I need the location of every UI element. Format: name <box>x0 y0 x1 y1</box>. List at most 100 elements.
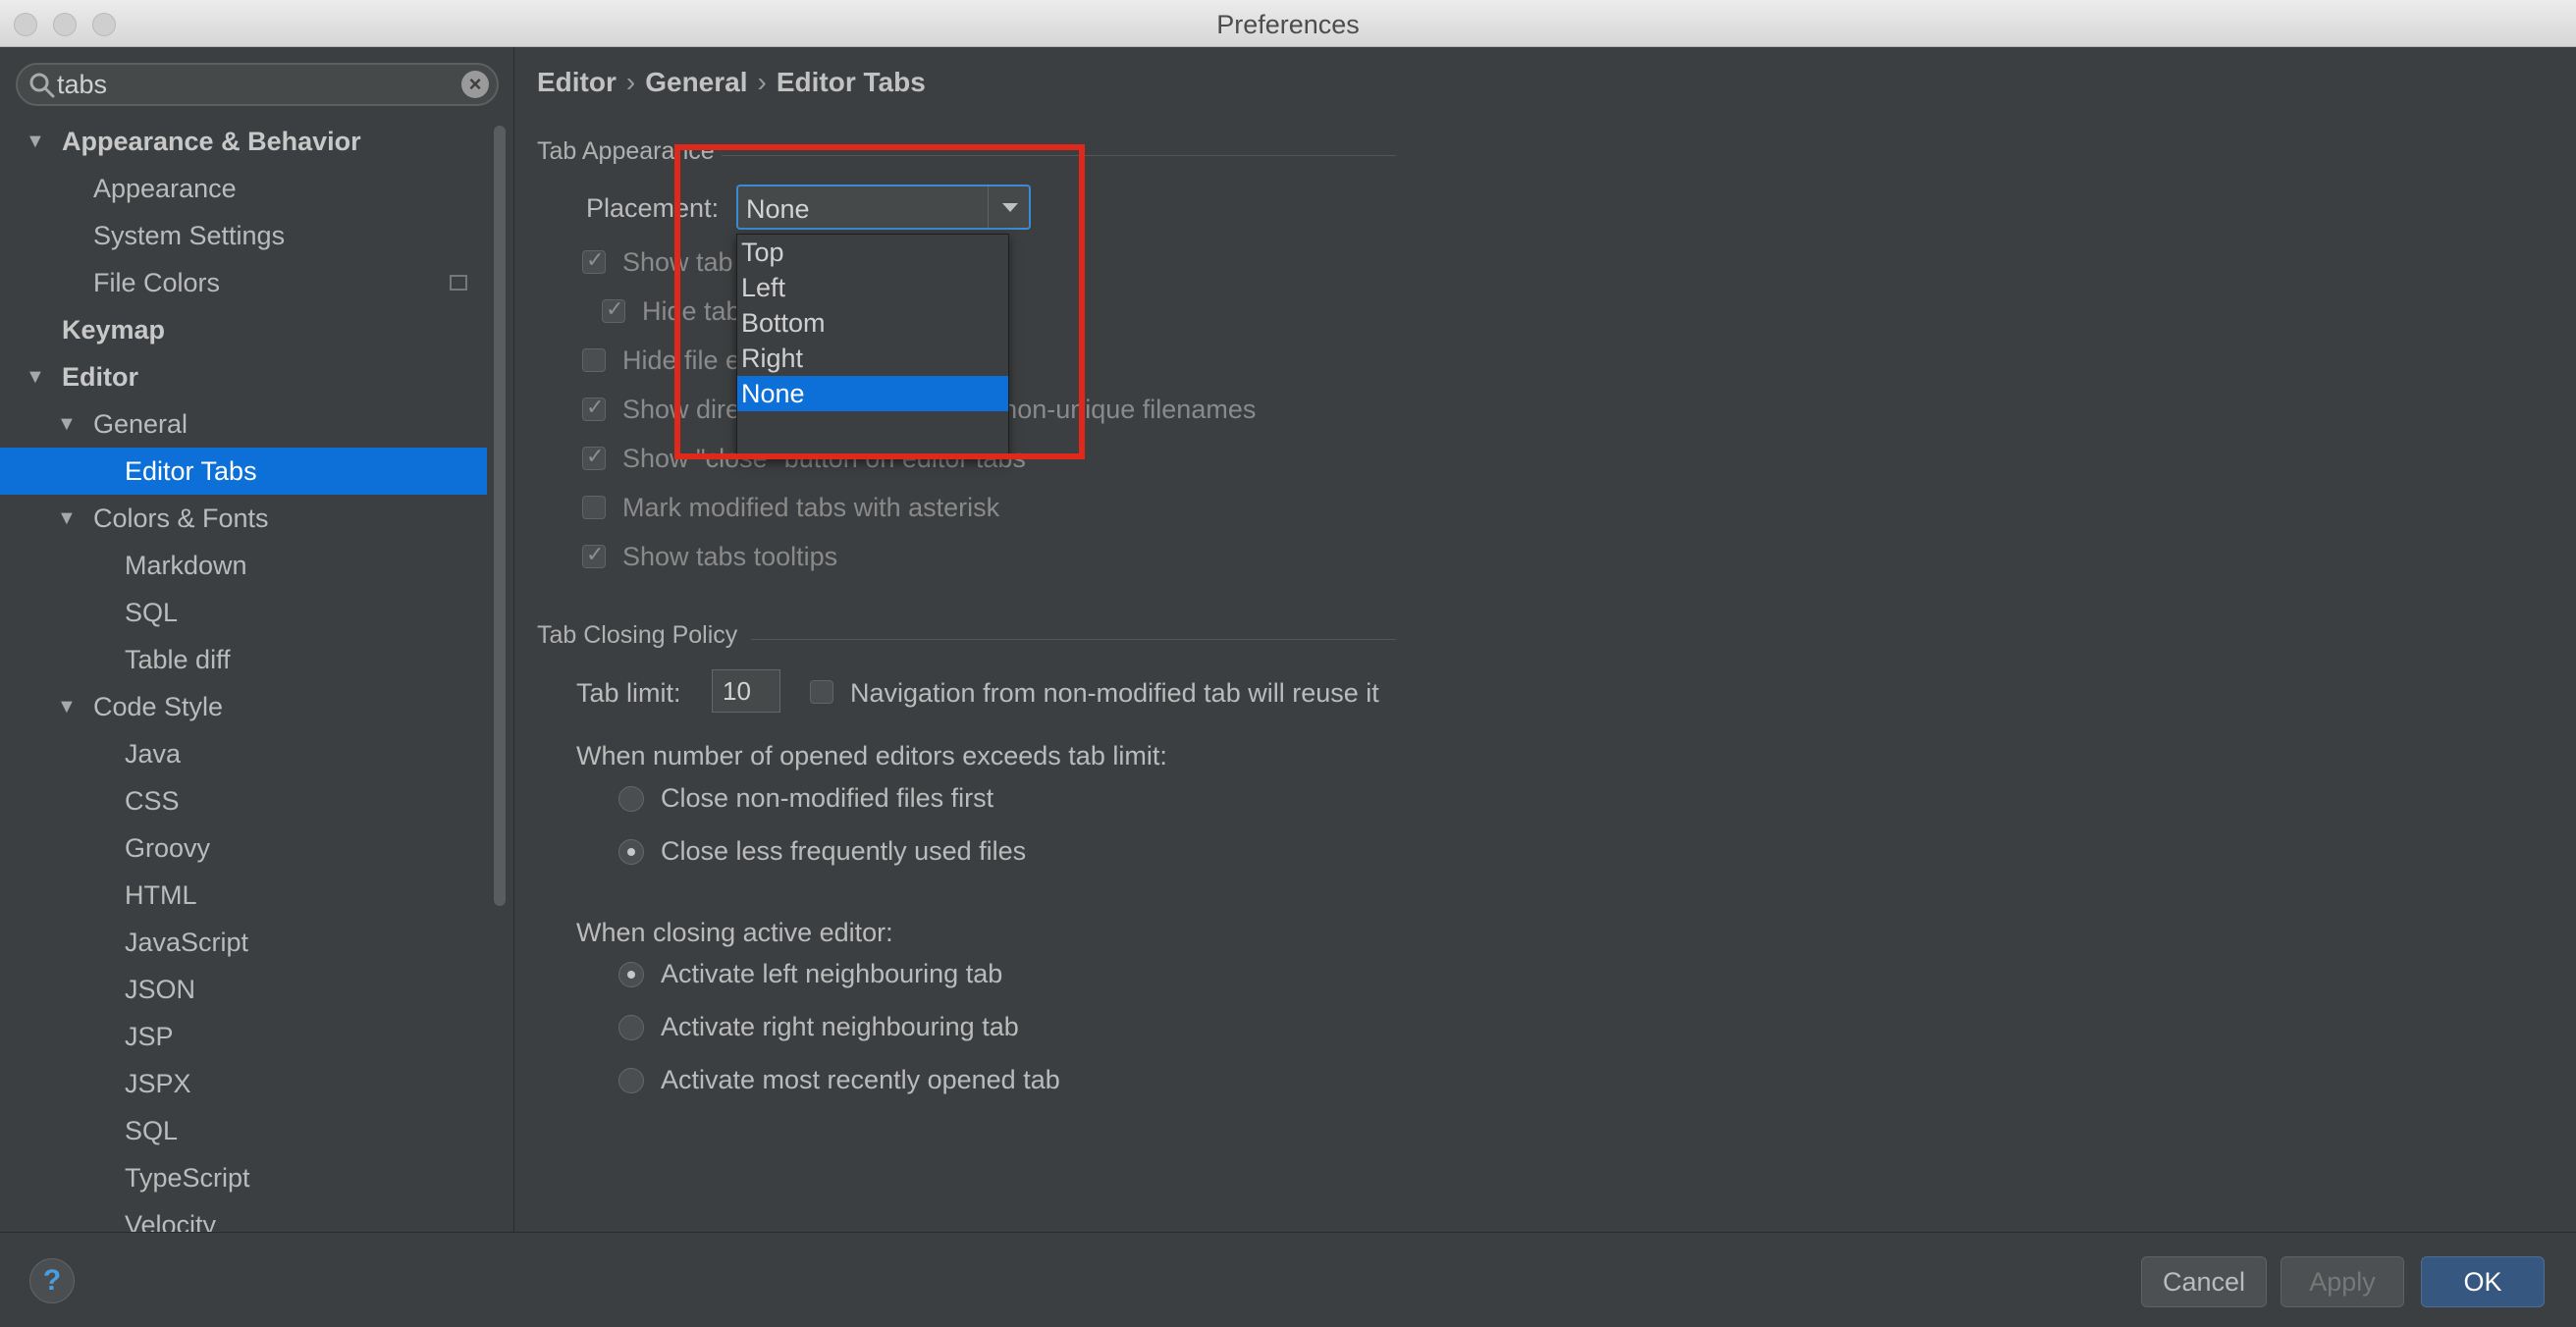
close-non-modified-radio[interactable] <box>618 786 644 812</box>
exceeds-limit-label: When number of opened editors exceeds ta… <box>576 741 1167 770</box>
tree-item-appearance-behavior[interactable]: ▼ Appearance & Behavior <box>0 118 487 165</box>
hide-extension-checkbox[interactable] <box>582 348 606 372</box>
activate-recent-label: Activate most recently opened tab <box>661 1065 1060 1094</box>
placement-option-left[interactable]: Left <box>737 270 1008 305</box>
tree-item-jspx[interactable]: JSPX <box>0 1060 487 1107</box>
close-less-frequent-radio[interactable] <box>618 839 644 865</box>
tree-item-markdown[interactable]: Markdown <box>0 542 487 589</box>
tree-item-json[interactable]: JSON <box>0 966 487 1013</box>
settings-content: Editor › General › Editor Tabs Tab Appearanc… <box>515 47 2576 1232</box>
tree-item-label: SQL <box>125 598 179 627</box>
tree-item-keymap[interactable]: Keymap <box>0 306 487 353</box>
hide-tabs-checkbox[interactable] <box>602 296 625 323</box>
placement-option-none[interactable]: None <box>737 376 1008 411</box>
expand-arrow-icon[interactable]: ▼ <box>57 400 77 448</box>
hide-tabs-label: Hide tab <box>642 296 741 326</box>
tree-item-label: File Colors <box>93 268 221 297</box>
show-tooltips-label: Show tabs tooltips <box>622 542 838 571</box>
tree-item-label: Code Style <box>93 692 224 721</box>
breadcrumb-editor-tabs: Editor Tabs <box>776 67 926 97</box>
tree-item-code-style[interactable]: ▼ Code Style <box>0 683 487 730</box>
show-tooltips-checkbox[interactable] <box>582 542 606 568</box>
tab-limit-input[interactable] <box>713 670 779 712</box>
tab-closing-title: Tab Closing Policy <box>537 621 738 649</box>
tree-item-javascript[interactable]: JavaScript <box>0 919 487 966</box>
activate-recent-radio[interactable] <box>618 1068 644 1093</box>
search-icon <box>29 73 55 98</box>
reuse-tab-checkbox[interactable] <box>810 680 833 704</box>
show-close-button-checkbox[interactable] <box>582 444 606 470</box>
tree-item-label: Appearance & Behavior <box>62 127 361 156</box>
tree-item-sql[interactable]: SQL <box>0 589 487 636</box>
sidebar-scrollbar[interactable] <box>494 126 506 906</box>
tree-item-file-colors[interactable]: File Colors <box>0 259 487 306</box>
placement-dropdown-list: Top Left Bottom Right None <box>736 234 1009 459</box>
tree-item-label: HTML <box>125 880 197 910</box>
show-directory-checkbox[interactable] <box>582 395 606 421</box>
expand-arrow-icon[interactable]: ▼ <box>57 683 77 730</box>
settings-sidebar: × ▼ Appearance & Behavior Appearance Sys… <box>0 47 514 1232</box>
apply-button[interactable]: Apply <box>2281 1256 2404 1307</box>
tree-item-label: Keymap <box>62 315 166 345</box>
tree-item-label: SQL <box>125 1116 179 1145</box>
title-bar: Preferences <box>0 0 2576 47</box>
expand-arrow-icon[interactable]: ▼ <box>57 495 77 542</box>
tree-item-label: Editor Tabs <box>125 456 257 486</box>
activate-left-radio[interactable] <box>618 962 644 987</box>
tree-item-editor-tabs[interactable]: Editor Tabs <box>0 448 487 495</box>
tree-item-system-settings[interactable]: System Settings <box>0 212 487 259</box>
tree-item-label: Java <box>125 739 182 769</box>
activate-right-label: Activate right neighbouring tab <box>661 1012 1019 1041</box>
search-input[interactable] <box>57 69 469 100</box>
tree-item-css[interactable]: CSS <box>0 777 487 824</box>
tree-item-colors-fonts[interactable]: ▼ Colors & Fonts <box>0 495 487 542</box>
tree-item-label: TypeScript <box>125 1163 250 1193</box>
close-non-modified-label: Close non-modified files first <box>661 783 994 813</box>
search-box[interactable]: × <box>16 63 499 106</box>
placement-option-top[interactable]: Top <box>737 235 1008 270</box>
tree-item-sql-code-style[interactable]: SQL <box>0 1107 487 1154</box>
tree-item-label: General <box>93 409 188 439</box>
tree-item-groovy[interactable]: Groovy <box>0 824 487 872</box>
tree-item-java[interactable]: Java <box>0 730 487 777</box>
cancel-button[interactable]: Cancel <box>2141 1256 2267 1307</box>
show-tabs-label: Show tab <box>622 247 733 277</box>
chevron-down-icon[interactable] <box>988 186 1029 228</box>
reuse-tab-label: Navigation from non-modified tab will re… <box>850 678 1379 708</box>
tab-appearance-title: Tab Appearance <box>537 137 715 165</box>
tree-item-editor[interactable]: ▼ Editor <box>0 353 487 400</box>
tab-limit-field[interactable] <box>712 669 780 713</box>
tree-item-label: CSS <box>125 786 180 816</box>
dialog-footer: ? Cancel Apply OK <box>0 1232 2576 1327</box>
tree-item-html[interactable]: HTML <box>0 872 487 919</box>
expand-arrow-icon[interactable]: ▼ <box>26 118 45 165</box>
tree-item-velocity[interactable]: Velocity <box>0 1201 487 1232</box>
show-tabs-checkbox[interactable] <box>582 247 606 274</box>
tree-item-label: System Settings <box>93 221 286 250</box>
ok-button[interactable]: OK <box>2421 1256 2545 1307</box>
project-settings-icon <box>450 275 467 291</box>
placement-option-bottom[interactable]: Bottom <box>737 305 1008 341</box>
settings-tree: ▼ Appearance & Behavior Appearance Syste… <box>0 118 487 1232</box>
tree-item-general[interactable]: ▼ General <box>0 400 487 448</box>
tree-item-typescript[interactable]: TypeScript <box>0 1154 487 1201</box>
activate-left-label: Activate left neighbouring tab <box>661 959 1003 988</box>
tree-item-label: Colors & Fonts <box>93 504 269 533</box>
tree-item-jsp[interactable]: JSP <box>0 1013 487 1060</box>
tree-item-label: JSP <box>125 1022 174 1051</box>
expand-arrow-icon[interactable]: ▼ <box>26 353 45 400</box>
hide-extension-label: Hide file e <box>622 345 741 375</box>
placement-select[interactable]: None <box>736 185 1031 230</box>
tree-item-table-diff[interactable]: Table diff <box>0 636 487 683</box>
mark-modified-label: Mark modified tabs with asterisk <box>622 493 1000 522</box>
tab-limit-label: Tab limit: <box>576 678 681 708</box>
placement-option-right[interactable]: Right <box>737 341 1008 376</box>
mark-modified-checkbox[interactable] <box>582 496 606 519</box>
breadcrumb-general: General <box>645 67 748 97</box>
help-button[interactable]: ? <box>29 1258 75 1303</box>
placement-value: None <box>746 194 810 224</box>
tree-item-appearance[interactable]: Appearance <box>0 165 487 212</box>
activate-right-radio[interactable] <box>618 1015 644 1040</box>
tree-item-label: JavaScript <box>125 928 249 957</box>
clear-search-icon[interactable]: × <box>461 71 489 98</box>
